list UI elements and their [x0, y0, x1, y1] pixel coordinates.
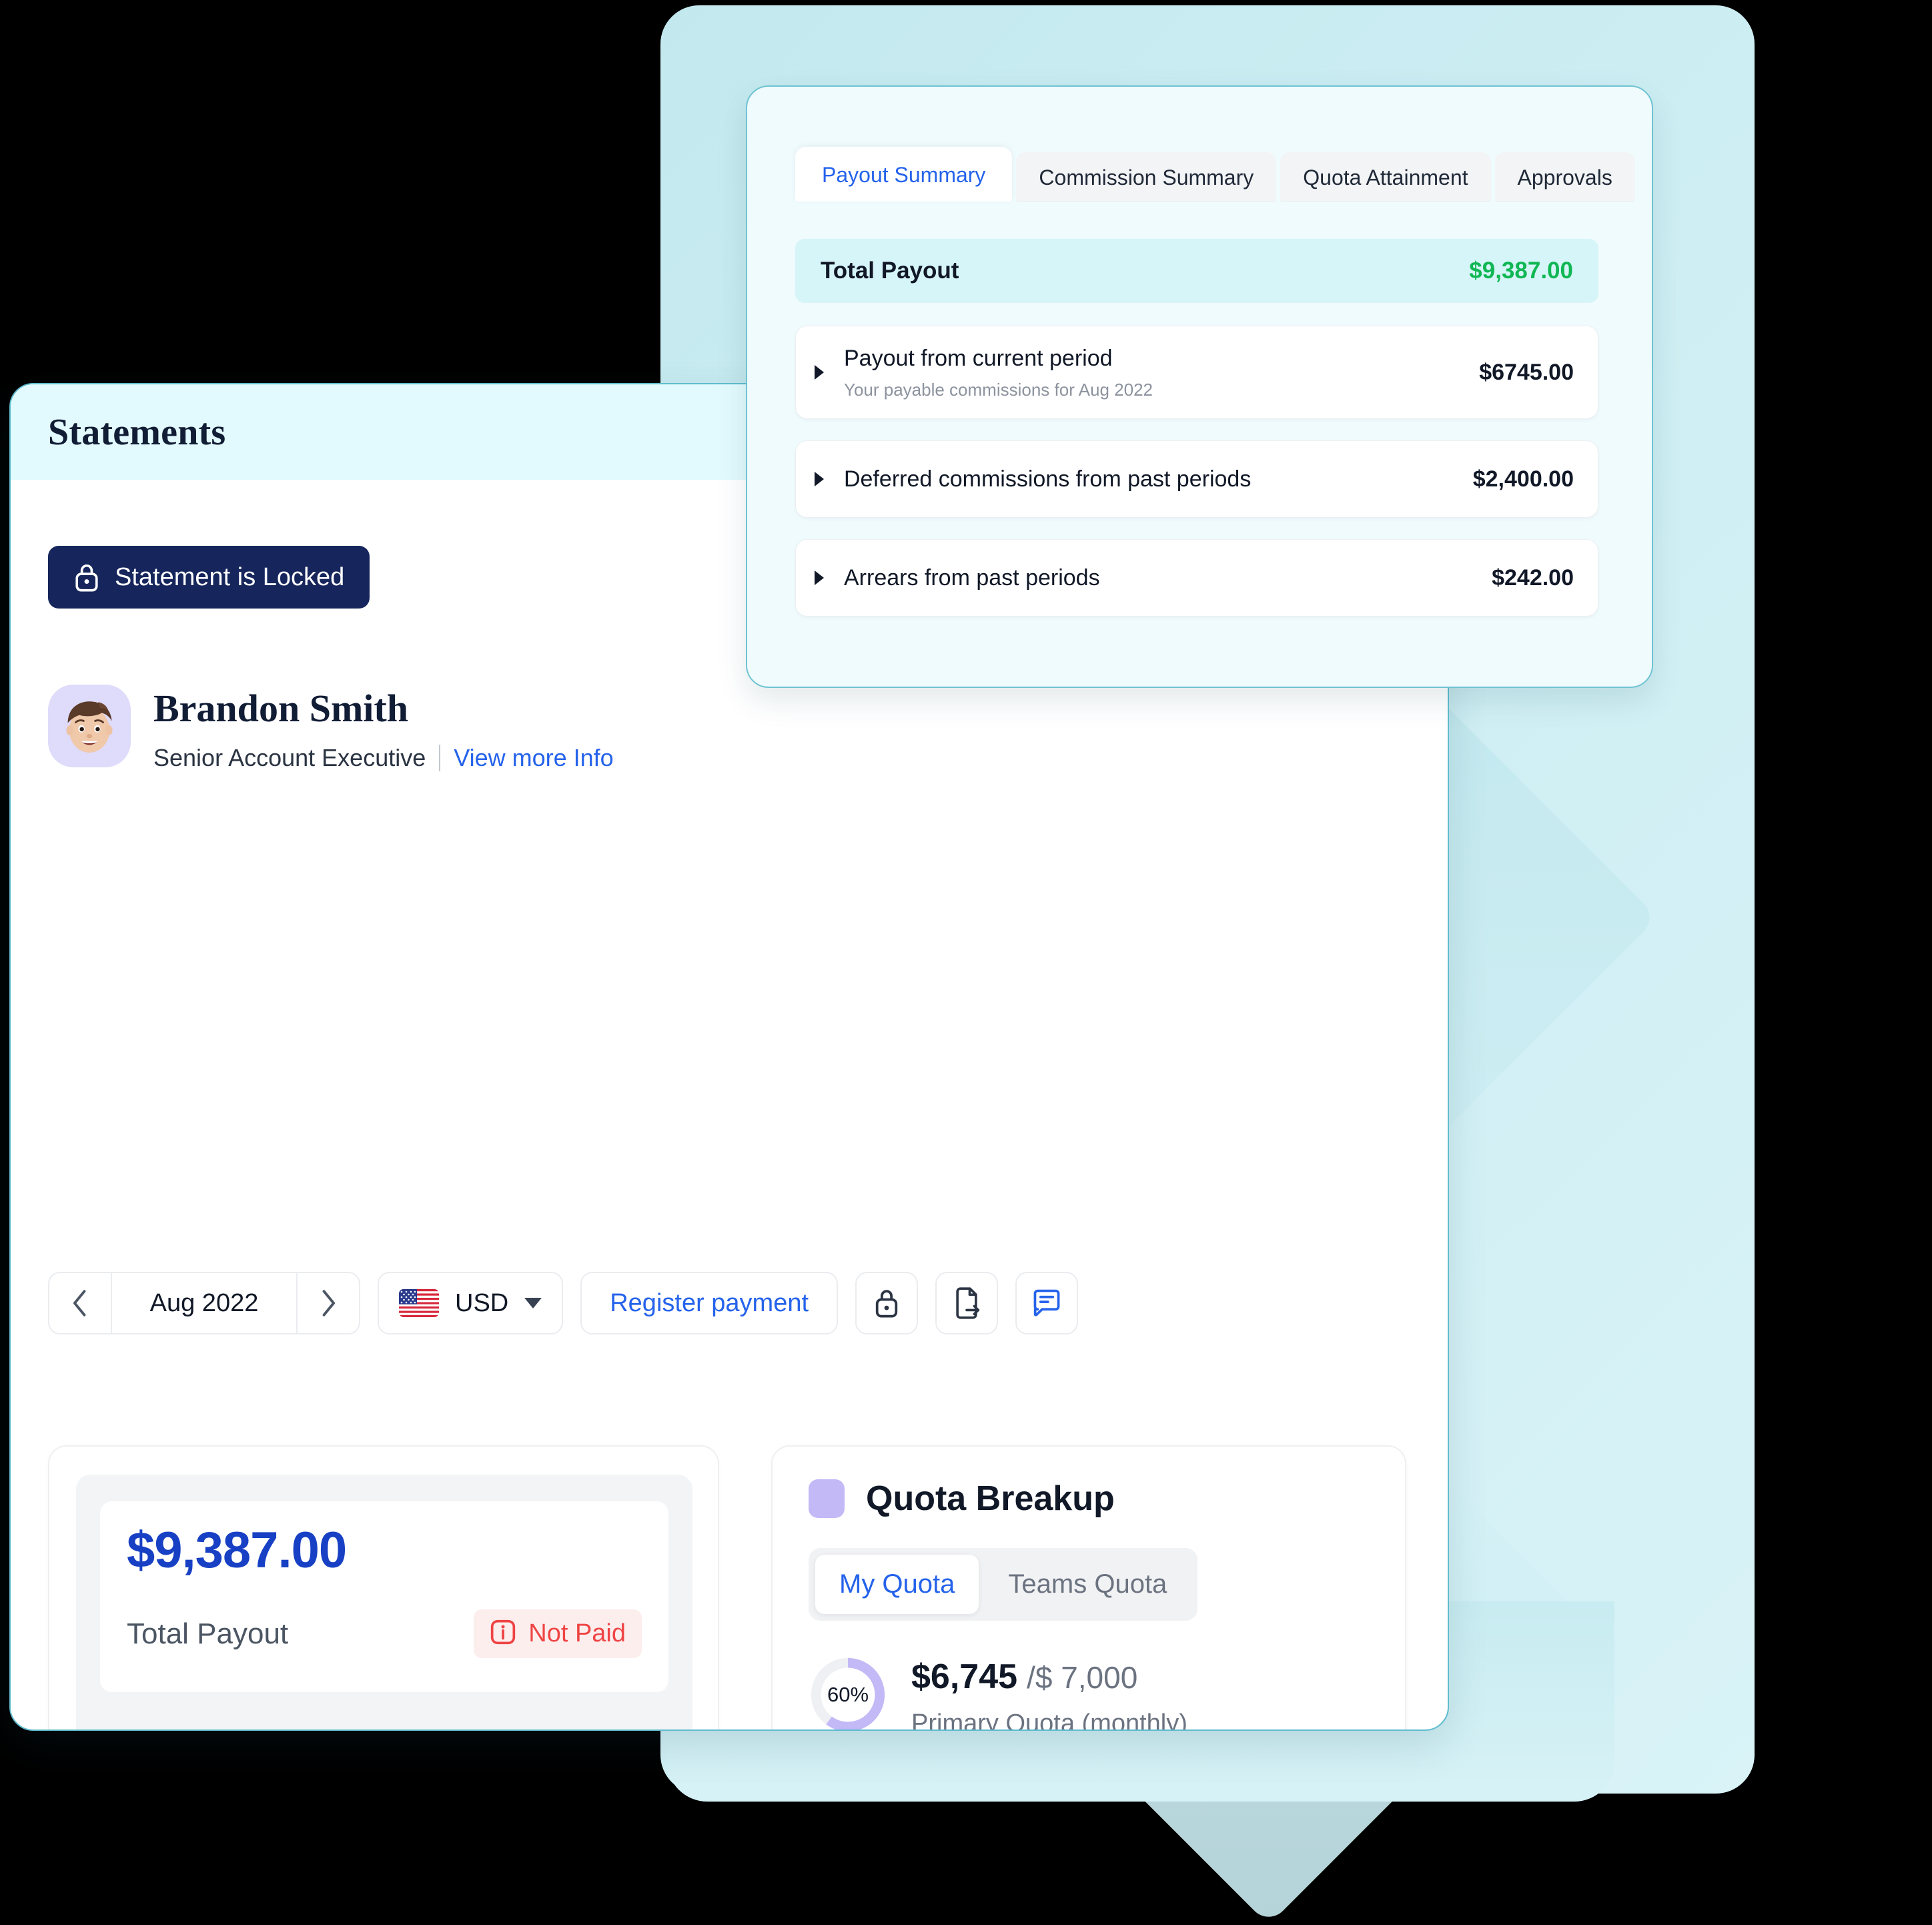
- quota-color-swatch: [809, 1479, 845, 1518]
- tab-commission-summary[interactable]: Commission Summary: [1016, 152, 1277, 202]
- quota-name: Primary Quota (monthly): [911, 1709, 1187, 1731]
- tab-payout-summary[interactable]: Payout Summary: [795, 147, 1013, 202]
- payout-row[interactable]: Payout from current period Your payable …: [795, 326, 1598, 419]
- popup-tabs: Payout Summary Commission Summary Quota …: [795, 147, 1635, 202]
- earn-commission-amount: $6.745.00: [127, 1729, 299, 1730]
- statement-locked-button[interactable]: Statement is Locked: [48, 546, 370, 609]
- payout-row-amount: $6745.00: [1479, 359, 1574, 385]
- total-payout-value: $9,387.00: [1469, 258, 1573, 284]
- quota-body: $6,745 /$ 7,000 Primary Quota (monthly): [911, 1655, 1187, 1731]
- chevron-down-icon: [524, 1298, 542, 1308]
- lock-button[interactable]: [855, 1272, 919, 1334]
- payout-summary-card: $9,387.00 Total Payout Not Paid: [48, 1445, 719, 1730]
- profile-meta: Senior Account Executive View more Info: [153, 744, 614, 772]
- payout-row-text: Payout from current period Your payable …: [844, 344, 1479, 400]
- tab-teams-quota[interactable]: Teams Quota: [984, 1555, 1191, 1614]
- caret-right-icon[interactable]: [815, 365, 824, 380]
- file-export-button[interactable]: [935, 1272, 999, 1334]
- payout-row[interactable]: Deferred commissions from past periods $…: [795, 440, 1598, 518]
- divider: [439, 744, 441, 771]
- payout-row-title: Payout from current period: [844, 346, 1113, 372]
- currency-label: USD: [455, 1288, 509, 1317]
- quota-title: Quota Breakup: [866, 1479, 1115, 1518]
- status-badge: Not Paid: [474, 1609, 642, 1658]
- status-badge-label: Not Paid: [528, 1619, 626, 1647]
- profile-name: Brandon Smith: [153, 687, 408, 730]
- total-payout-block: $9,387.00 Total Payout Not Paid: [100, 1501, 668, 1692]
- quota-amounts: $6,745 /$ 7,000: [911, 1657, 1187, 1696]
- payout-summary-popup: Payout Summary Commission Summary Quota …: [746, 85, 1653, 688]
- profile-role: Senior Account Executive: [153, 743, 426, 771]
- period-label[interactable]: Aug 2022: [111, 1273, 298, 1333]
- period-navigator: Aug 2022: [48, 1272, 360, 1334]
- lock-icon: [73, 562, 100, 593]
- avatar: [48, 685, 131, 767]
- comment-button[interactable]: [1015, 1272, 1079, 1334]
- payout-row-title: Arrears from past periods: [844, 564, 1100, 591]
- total-payout-band: Total Payout $9,387.00: [795, 239, 1598, 303]
- quota-target: /$ 7,000: [1027, 1660, 1138, 1695]
- payout-row-amount: $2,400.00: [1472, 466, 1574, 492]
- payout-row-text: Arrears from past periods: [844, 564, 1492, 593]
- quota-header: Quota Breakup: [809, 1479, 1369, 1519]
- info-icon: [490, 1619, 516, 1649]
- register-payment-button[interactable]: Register payment: [580, 1272, 839, 1334]
- total-payout-label: Total Payout: [127, 1617, 289, 1650]
- payout-row-amount: $242.00: [1492, 564, 1574, 591]
- quota-breakup-card: Quota Breakup My Quota Teams Quota 60% $…: [771, 1445, 1406, 1731]
- statements-toolbar: Aug 2022 USD Register payment: [48, 1272, 1079, 1334]
- us-flag-icon: [399, 1289, 439, 1317]
- total-payout-amount: $9,387.00: [127, 1522, 347, 1579]
- tab-my-quota[interactable]: My Quota: [815, 1555, 979, 1614]
- quota-actual: $6,745: [911, 1657, 1018, 1696]
- payout-row-text: Deferred commissions from past periods: [844, 465, 1473, 494]
- caret-right-icon[interactable]: [815, 570, 824, 585]
- payout-card-inner: $9,387.00 Total Payout Not Paid: [76, 1475, 692, 1730]
- quota-toggle-group: My Quota Teams Quota: [809, 1548, 1198, 1621]
- total-payout-label: Total Payout: [821, 258, 959, 284]
- quota-donut-label: 60%: [827, 1683, 869, 1706]
- tab-quota-attainment[interactable]: Quota Attainment: [1280, 152, 1491, 202]
- page-title: Statements: [48, 411, 226, 453]
- view-more-info-link[interactable]: View more Info: [454, 744, 613, 772]
- profile-text: Brandon Smith Senior Account Executive V…: [153, 685, 614, 772]
- payout-row[interactable]: Arrears from past periods $242.00: [795, 539, 1598, 617]
- caret-right-icon[interactable]: [815, 472, 824, 486]
- quota-row: 60% $6,745 /$ 7,000 Primary Quota (month…: [809, 1655, 1369, 1731]
- tab-approvals[interactable]: Approvals: [1494, 152, 1635, 202]
- chevron-right-icon[interactable]: [298, 1273, 359, 1333]
- payout-row-title: Deferred commissions from past periods: [844, 466, 1252, 492]
- quota-donut-primary: 60%: [809, 1655, 887, 1729]
- currency-select[interactable]: USD: [378, 1272, 564, 1334]
- chevron-left-icon[interactable]: [49, 1273, 111, 1333]
- profile-row: Brandon Smith Senior Account Executive V…: [48, 685, 614, 772]
- total-payout-row: Total Payout Not Paid: [127, 1609, 642, 1658]
- statement-locked-label: Statement is Locked: [115, 562, 345, 591]
- payout-row-subtitle: Your payable commissions for Aug 2022: [844, 379, 1153, 400]
